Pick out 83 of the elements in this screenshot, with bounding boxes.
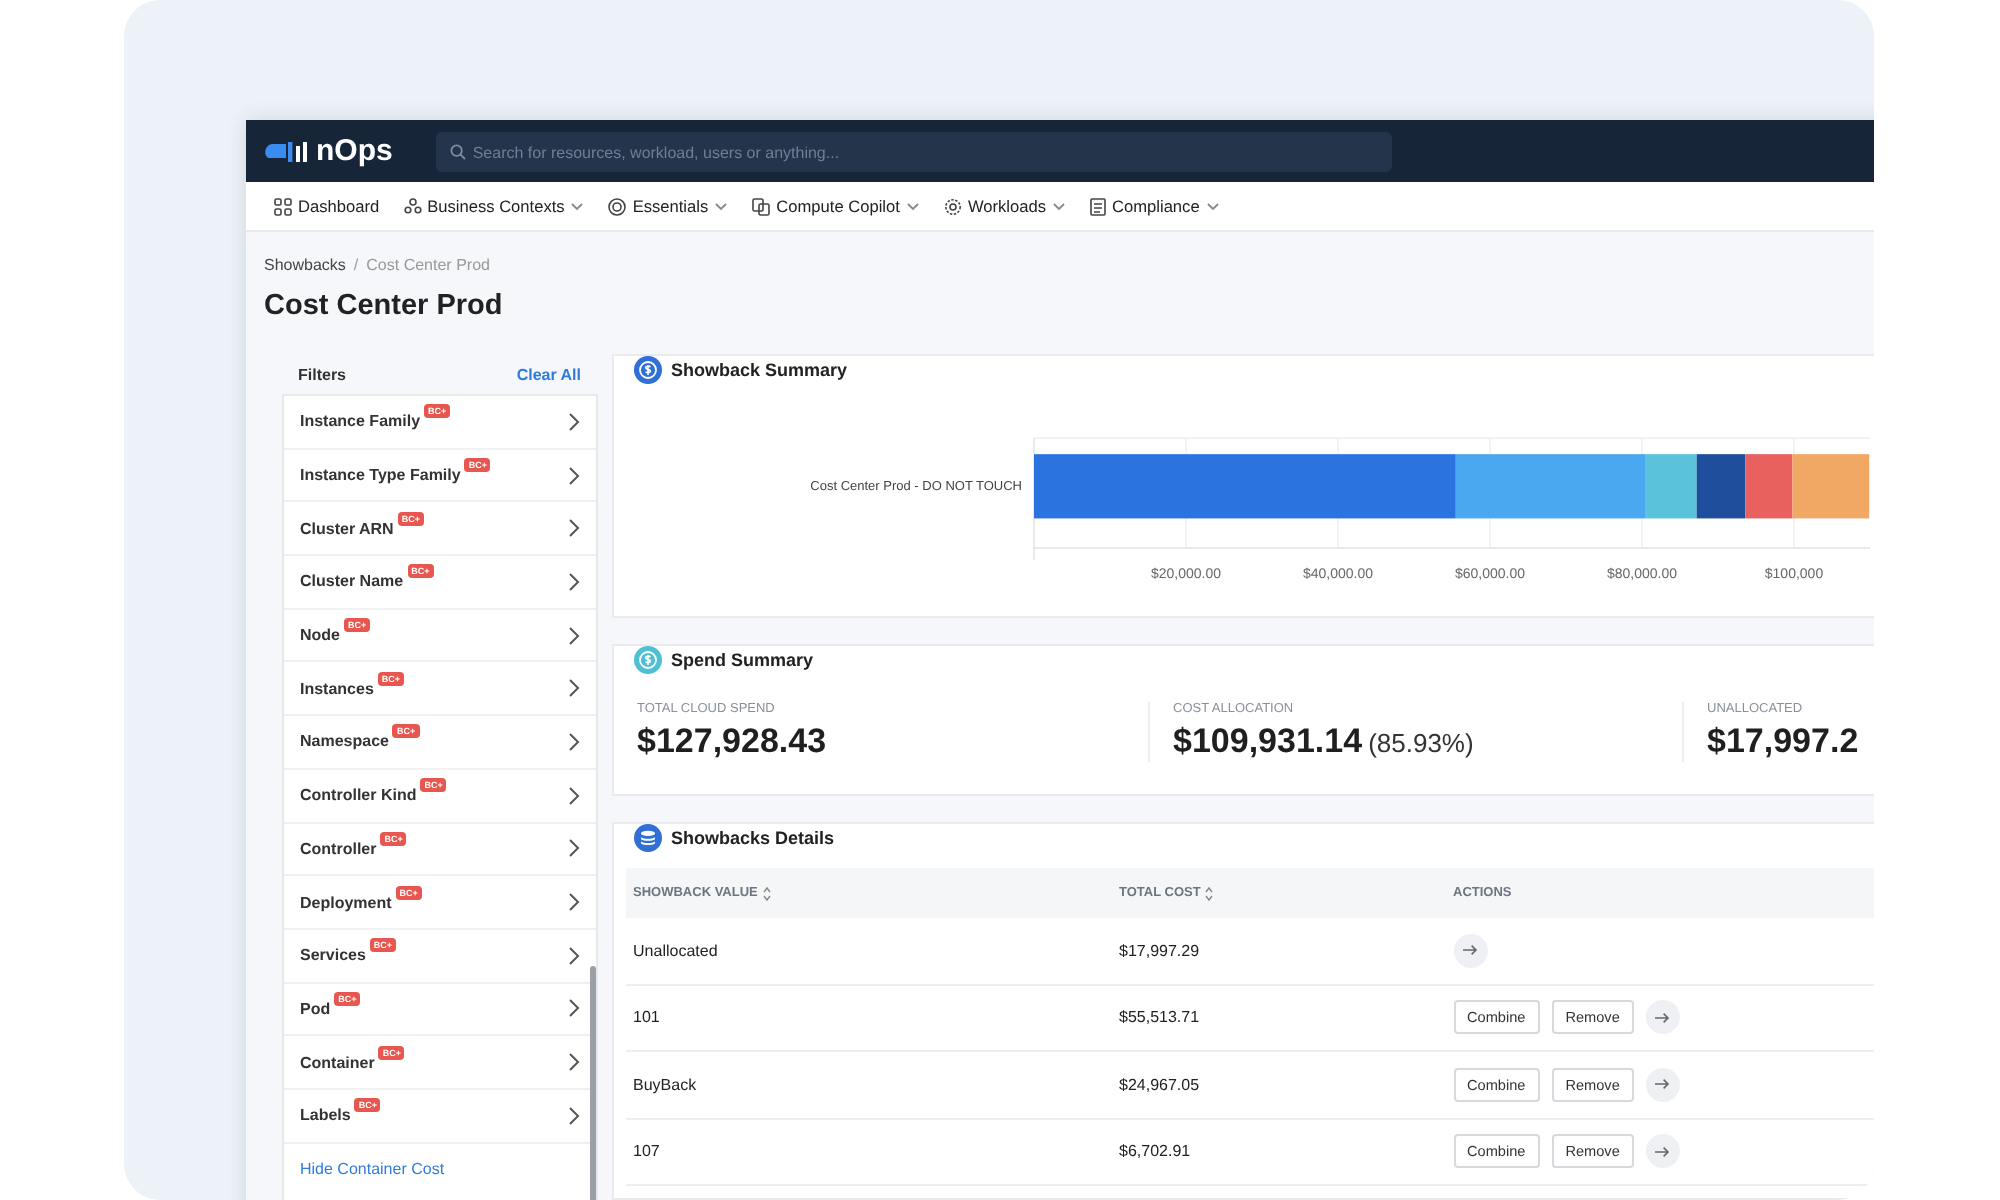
caret-icon [1205,201,1220,211]
menu-item[interactable]: Business Contexts [403,196,585,216]
chevron-right-icon [567,892,580,913]
grid-icon [274,197,292,215]
caret-icon [1052,201,1066,211]
filter-label: Deployment [300,893,392,912]
chevron-right-icon [567,465,580,486]
chevron-right-icon [567,731,580,752]
caret-icon [905,201,920,211]
breadcrumb-item: Cost Center Prod [366,256,490,274]
sort-icon[interactable] [1204,885,1215,901]
table-cell-text: 101 [633,1008,662,1027]
menu-item[interactable]: Workloads [943,196,1066,216]
bar-segment [1695,454,1745,519]
gear-icon [943,197,962,215]
menu-item[interactable]: Essentials [608,196,729,216]
chevron-right-icon [567,1052,580,1073]
chevron-right-icon [567,678,580,699]
panel-title: Spend Summary [671,650,814,670]
chevron-right-icon [567,838,580,859]
stat-value: $17,997.2 [1707,722,1859,762]
arrow-right-icon [1654,1011,1671,1024]
table-cell-text: $6,702.91 [1119,1142,1193,1161]
chevron-right-icon [567,518,580,539]
filters-title: Filters [298,365,347,383]
chevron-right-icon [567,785,580,806]
filter-label: Services [300,946,366,965]
people-icon [403,197,422,215]
filter-label: Labels [300,1106,351,1125]
table-cell-text: 107 [633,1142,662,1161]
search-icon [450,143,467,159]
copy-icon [752,197,771,215]
chevron-right-icon [567,1105,580,1126]
caret-icon [714,201,729,211]
arrow-right-icon [1654,1145,1671,1158]
disc-icon [608,197,627,215]
chevron-right-icon [567,571,580,592]
menu-item[interactable]: Dashboard [274,196,380,216]
search-field[interactable]: Search for resources, workload, users or anything... [436,132,1393,172]
arrow-button[interactable] [1645,1134,1680,1169]
stat-percentage: (85.93%) [1368,728,1474,758]
chevron-right-icon [567,945,580,966]
arrow-button[interactable] [1453,933,1488,968]
caret-icon [570,201,585,211]
chevron-right-icon [567,411,580,432]
table-cell-text: Unallocated [633,941,720,960]
clear-all-link[interactable]: Clear All [516,365,582,383]
scrollbar-thumb[interactable] [589,966,596,1200]
filter-label: Instance Type Family [300,466,461,485]
panel-title: Showbacks Details [671,828,835,848]
filter-label: Node [300,626,340,645]
menu-item[interactable]: Compliance [1090,196,1220,216]
logo-icon [262,137,310,165]
arrow-button[interactable] [1645,1000,1680,1035]
table-cell-text: $55,513.71 [1119,1008,1202,1027]
filter-label: Controller [300,839,377,858]
table-cell-text: $17,997.29 [1119,941,1202,960]
menu-item[interactable]: Compute Copilot [752,196,920,216]
breadcrumb-separator: / [353,256,359,274]
document-icon [1090,197,1106,215]
panel-title: Showback Summary [671,360,848,380]
filter-label: Cluster ARN [300,519,394,538]
filter-label: Instance Family [300,412,421,431]
filter-label: Cluster Name [300,572,404,591]
hide-container-cost-link[interactable]: Hide Container Cost [284,1143,596,1194]
table-cell-text: BuyBack [633,1075,699,1094]
page-title: Cost Center Prod [264,290,505,322]
table-cell-text: $24,967.05 [1119,1075,1202,1094]
breadcrumb-item[interactable]: Showbacks [264,256,346,274]
filter-label: Container [300,1053,375,1072]
arrow-right-icon [1462,944,1479,957]
stat-value: $109,931.14 [1173,722,1363,762]
filter-label: Namespace [300,732,389,751]
sort-icon[interactable] [761,885,772,901]
filter-label: Pod [300,999,331,1018]
chevron-right-icon [567,625,580,646]
arrow-right-icon [1654,1078,1671,1091]
filter-label: Controller Kind [300,786,417,805]
filter-label: Instances [300,679,374,698]
chevron-right-icon [567,998,580,1019]
stat-value: $127,928.43 [637,722,827,762]
logo-text: nOps [316,134,393,168]
arrow-button[interactable] [1645,1067,1680,1102]
